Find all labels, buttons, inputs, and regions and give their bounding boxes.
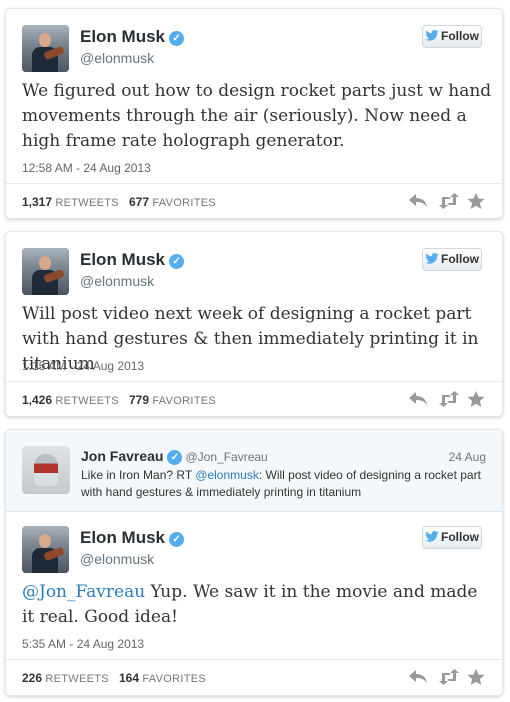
- reply-icon[interactable]: [408, 390, 428, 408]
- quoted-author[interactable]: Jon Favreau ✓ @Jon_Favreau: [81, 448, 268, 465]
- author-name[interactable]: Elon Musk ✓: [80, 528, 185, 548]
- author-handle[interactable]: @elonmusk: [80, 551, 154, 567]
- tweet-actions: [408, 390, 488, 408]
- reply-icon[interactable]: [408, 668, 428, 686]
- in-reply-to-tweet[interactable]: Jon Favreau ✓ @Jon_Favreau 24 Aug Like in …: [6, 430, 502, 512]
- quoted-avatar[interactable]: [22, 446, 70, 494]
- tweet-timestamp[interactable]: 5:35 AM - 24 Aug 2013: [22, 637, 144, 651]
- verified-badge-icon: ✓: [169, 254, 185, 269]
- star-icon[interactable]: [466, 668, 486, 686]
- retweet-icon[interactable]: [438, 192, 459, 210]
- favorite-count[interactable]: 164: [119, 671, 139, 685]
- twitter-bird-icon: [425, 30, 439, 41]
- retweet-count[interactable]: 226: [22, 671, 42, 685]
- verified-badge-icon: ✓: [167, 450, 183, 465]
- verified-badge-icon: ✓: [169, 532, 185, 547]
- author-handle[interactable]: @elonmusk: [80, 50, 154, 66]
- quoted-text: Like in Iron Man? RT @elonmusk: Will pos…: [81, 468, 481, 499]
- tweet-actions: [408, 668, 488, 686]
- twitter-bird-icon: [425, 253, 439, 264]
- author-handle[interactable]: @elonmusk: [80, 273, 154, 289]
- favorite-count[interactable]: 779: [129, 393, 149, 407]
- divider: [6, 183, 502, 184]
- tweet-stats: 1,426 RETWEETS 779 FAVORITES: [22, 393, 216, 407]
- quoted-date[interactable]: 24 Aug: [449, 450, 486, 464]
- tweet-text: We figured out how to design rocket part…: [22, 81, 492, 151]
- author-name[interactable]: Elon Musk ✓: [80, 250, 185, 270]
- avatar[interactable]: [22, 25, 69, 72]
- favorite-count[interactable]: 677: [129, 195, 149, 209]
- retweet-icon[interactable]: [438, 668, 459, 686]
- retweet-icon[interactable]: [438, 390, 459, 408]
- divider: [6, 659, 502, 660]
- divider: [6, 381, 502, 382]
- author-name[interactable]: Elon Musk ✓: [80, 27, 185, 47]
- mention-link[interactable]: @Jon_Favreau: [22, 582, 145, 602]
- verified-badge-icon: ✓: [169, 31, 185, 46]
- quoted-handle[interactable]: @Jon_Favreau: [185, 450, 267, 464]
- follow-button[interactable]: Follow: [422, 248, 482, 271]
- tweet-header: Elon Musk ✓ @elonmusk Follow: [22, 248, 482, 298]
- tweet-header: Elon Musk ✓ @elonmusk Follow: [22, 526, 482, 576]
- tweet-card: Jon Favreau ✓ @Jon_Favreau 24 Aug Like in …: [5, 429, 503, 696]
- reply-icon[interactable]: [408, 192, 428, 210]
- twitter-bird-icon: [425, 531, 439, 542]
- tweet-timestamp[interactable]: 12:58 AM - 24 Aug 2013: [22, 161, 151, 175]
- tweet-stats: 226 RETWEETS 164 FAVORITES: [22, 671, 206, 685]
- tweet-text: @Jon_Favreau Yup. We saw it in the movie…: [22, 582, 478, 627]
- tweet-timestamp[interactable]: 1:15 AM - 24 Aug 2013: [22, 359, 144, 373]
- tweet-actions: [408, 192, 488, 210]
- star-icon[interactable]: [466, 192, 486, 210]
- tweet-stats: 1,317 RETWEETS 677 FAVORITES: [22, 195, 216, 209]
- retweet-count[interactable]: 1,317: [22, 195, 52, 209]
- follow-button[interactable]: Follow: [422, 526, 482, 549]
- retweet-count[interactable]: 1,426: [22, 393, 52, 407]
- tweet-card: Elon Musk ✓ @elonmusk Follow Will post vi…: [5, 231, 503, 417]
- avatar[interactable]: [22, 526, 69, 573]
- tweet-card: Elon Musk ✓ @elonmusk Follow We figured o…: [5, 8, 503, 219]
- tweet-header: Elon Musk ✓ @elonmusk Follow: [22, 25, 482, 75]
- avatar[interactable]: [22, 248, 69, 295]
- star-icon[interactable]: [466, 390, 486, 408]
- mention-link[interactable]: @elonmusk: [195, 468, 259, 482]
- follow-button[interactable]: Follow: [422, 25, 482, 48]
